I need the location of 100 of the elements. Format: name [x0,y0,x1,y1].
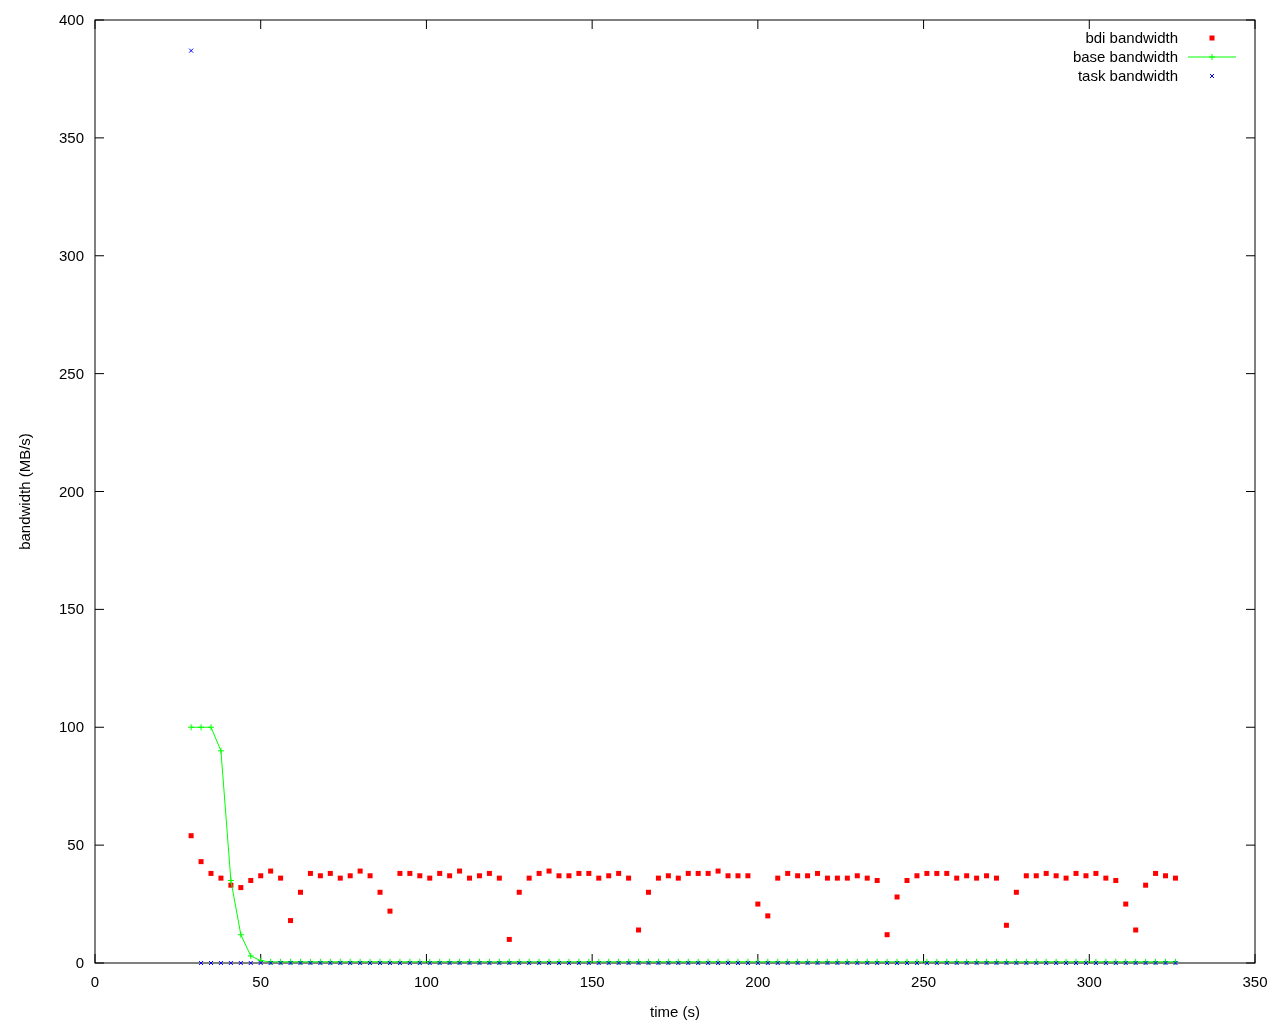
data-point [207,723,215,731]
legend-marker-icon [1208,53,1216,61]
data-point [745,873,751,879]
data-point [327,870,333,876]
data-point [675,875,681,881]
data-point [705,870,711,876]
legend-label: bdi bandwidth [1085,29,1178,46]
data-point [387,908,393,914]
y-tick-label: 250 [58,364,84,382]
data-point [188,48,194,54]
data-point [1172,875,1178,881]
y-axis-label: bandwidth (MB/s) [16,433,33,550]
y-tick-label: 150 [58,600,84,618]
data-point [1063,875,1069,881]
data-point [238,960,244,966]
x-tick-label: 50 [252,973,270,990]
data-point [258,873,264,879]
y-tick-label: 300 [58,246,84,264]
data-point [556,873,562,879]
data-point [636,927,642,933]
y-tick-label: 100 [58,718,84,736]
data-point [198,960,204,966]
data-point [208,870,214,876]
data-point [646,889,651,895]
x-tick-label: 200 [745,973,771,990]
data-point [268,868,274,874]
data-point [1033,873,1039,879]
data-point [874,878,880,883]
data-point [536,870,542,876]
data-point [427,875,433,881]
data-point [188,833,194,839]
data-point [586,870,592,876]
data-point [476,873,482,879]
data-point [447,873,453,879]
x-tick-label: 300 [1076,973,1102,990]
data-point [695,870,701,876]
data-point [994,875,999,881]
data-point [854,873,860,879]
y-tick-label: 400 [58,11,84,28]
data-point [795,873,801,879]
data-point [1003,922,1009,928]
data-point [924,870,930,876]
data-point [576,870,582,876]
data-point [546,868,552,874]
data-point [775,875,781,881]
y-tick-label: 50 [67,836,84,854]
x-tick-label: 150 [579,973,605,990]
data-point [486,870,492,876]
data-point [238,885,244,891]
data-point [894,894,900,900]
data-point [467,875,472,881]
data-point [197,723,205,731]
data-point [984,873,990,879]
data-point [1103,875,1109,881]
x-tick-label: 350 [1242,973,1268,990]
data-point [317,873,323,879]
data-point [844,875,850,881]
data-point [1133,927,1139,933]
data-point [964,873,970,879]
data-point [516,889,522,895]
data-point [437,870,443,876]
data-point [357,868,363,874]
data-point [307,870,313,876]
data-point [1123,901,1129,907]
legend-label: base bandwidth [1072,48,1178,65]
data-point [864,875,870,881]
data-point [1023,873,1029,879]
data-point [367,873,373,879]
data-point [1043,870,1049,876]
data-point [884,932,890,938]
data-point [755,901,761,907]
legend-marker-icon [1209,73,1215,79]
data-point [496,875,502,881]
data-point [735,873,741,879]
data-point [944,870,950,876]
legend-label: task bandwidth [1077,67,1178,84]
x-tick-label: 100 [413,973,439,990]
data-point [1163,873,1168,879]
data-point [1083,873,1089,879]
data-point [785,870,791,876]
data-point [805,873,811,879]
data-point [715,868,721,874]
y-tick-label: 350 [58,128,84,146]
data-point [198,859,204,865]
data-point [655,875,661,881]
data-point [506,936,512,942]
data-point [1053,873,1059,879]
data-point [954,875,960,881]
data-point [237,931,245,939]
data-point [596,875,602,881]
data-point [914,873,920,879]
data-point [248,878,254,883]
data-point [218,960,224,966]
data-point [187,723,195,731]
data-point [217,747,225,755]
data-point [934,870,940,876]
data-point [337,875,343,881]
data-point [288,918,294,924]
data-point [606,873,612,879]
data-point [725,873,731,879]
